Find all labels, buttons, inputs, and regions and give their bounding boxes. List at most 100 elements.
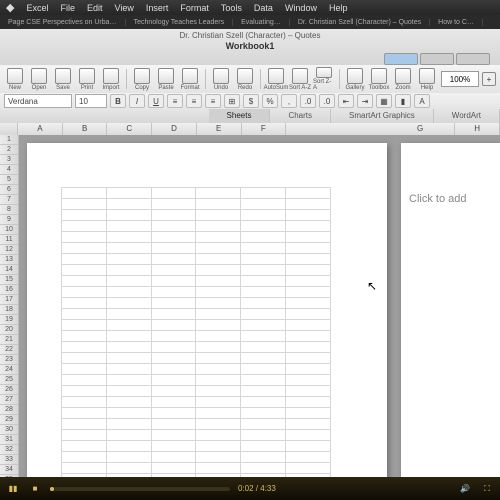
cell[interactable] xyxy=(241,430,286,441)
cell[interactable] xyxy=(151,298,196,309)
cell[interactable] xyxy=(106,463,151,474)
zoom-plus-icon[interactable]: + xyxy=(482,72,496,86)
cell[interactable] xyxy=(286,408,331,419)
tab-charts[interactable]: Charts xyxy=(270,109,331,123)
menu-tools[interactable]: Tools xyxy=(221,3,242,13)
cell[interactable] xyxy=(106,254,151,265)
col-header[interactable]: F xyxy=(242,123,287,135)
cell[interactable] xyxy=(106,287,151,298)
cell[interactable] xyxy=(196,353,241,364)
cell[interactable] xyxy=(106,309,151,320)
cell[interactable] xyxy=(241,408,286,419)
cell[interactable] xyxy=(241,232,286,243)
cell[interactable] xyxy=(62,419,107,430)
browser-tab[interactable]: Page CSE Perspectives on Urba… xyxy=(0,19,126,26)
cell[interactable] xyxy=(62,463,107,474)
cell[interactable] xyxy=(106,353,151,364)
cell[interactable] xyxy=(62,353,107,364)
menu-insert[interactable]: Insert xyxy=(146,3,169,13)
cell[interactable] xyxy=(62,441,107,452)
col-header[interactable]: H xyxy=(455,123,500,135)
play-button[interactable]: ▮▮ xyxy=(6,482,20,496)
cell[interactable] xyxy=(151,386,196,397)
cell[interactable] xyxy=(286,210,331,221)
cell[interactable] xyxy=(151,463,196,474)
cell[interactable] xyxy=(196,243,241,254)
browser-tab[interactable]: Technology Teaches Leaders xyxy=(126,19,234,26)
paste-button[interactable]: Paste xyxy=(155,67,177,91)
cell[interactable] xyxy=(62,221,107,232)
cell[interactable] xyxy=(241,265,286,276)
borders-button[interactable]: ▦ xyxy=(376,94,392,108)
cell[interactable] xyxy=(241,397,286,408)
row-header[interactable]: 7 xyxy=(0,195,18,205)
underline-button[interactable]: U xyxy=(148,94,164,108)
menu-format[interactable]: Format xyxy=(180,3,209,13)
cell[interactable] xyxy=(241,210,286,221)
cell[interactable] xyxy=(286,441,331,452)
select-all-corner[interactable] xyxy=(0,123,18,135)
cell[interactable] xyxy=(62,430,107,441)
cell[interactable] xyxy=(62,243,107,254)
cell[interactable] xyxy=(151,199,196,210)
cell[interactable] xyxy=(196,397,241,408)
browser-tab[interactable]: How to C… xyxy=(430,19,483,26)
cell[interactable] xyxy=(196,386,241,397)
currency-button[interactable]: $ xyxy=(243,94,259,108)
tab-wordart[interactable]: WordArt xyxy=(434,109,500,123)
align-right-icon[interactable]: ≡ xyxy=(205,94,221,108)
cell[interactable] xyxy=(62,331,107,342)
row-header[interactable]: 33 xyxy=(0,455,18,465)
cell[interactable] xyxy=(62,309,107,320)
cell[interactable] xyxy=(286,298,331,309)
cell[interactable] xyxy=(241,199,286,210)
cell[interactable] xyxy=(286,397,331,408)
col-header[interactable]: C xyxy=(107,123,152,135)
cell[interactable] xyxy=(151,210,196,221)
cell[interactable] xyxy=(62,397,107,408)
row-header[interactable]: 31 xyxy=(0,435,18,445)
menu-help[interactable]: Help xyxy=(329,3,348,13)
cell[interactable] xyxy=(151,188,196,199)
row-header[interactable]: 17 xyxy=(0,295,18,305)
row-header[interactable]: 32 xyxy=(0,445,18,455)
cell[interactable] xyxy=(151,331,196,342)
help-button[interactable]: Help xyxy=(416,67,438,91)
volume-icon[interactable]: 🔊 xyxy=(458,482,472,496)
cell[interactable] xyxy=(106,276,151,287)
autosum-button[interactable]: AutoSum xyxy=(265,67,287,91)
row-header[interactable]: 20 xyxy=(0,325,18,335)
cell[interactable] xyxy=(106,452,151,463)
cell[interactable] xyxy=(106,320,151,331)
cell[interactable] xyxy=(196,210,241,221)
cell[interactable] xyxy=(106,199,151,210)
row-header[interactable]: 16 xyxy=(0,285,18,295)
cell[interactable] xyxy=(286,452,331,463)
row-header[interactable]: 29 xyxy=(0,415,18,425)
cell[interactable] xyxy=(106,386,151,397)
cell[interactable] xyxy=(62,452,107,463)
cell[interactable] xyxy=(151,265,196,276)
apple-menu[interactable]: ◆ xyxy=(6,1,14,14)
cell[interactable] xyxy=(151,408,196,419)
row-header[interactable]: 13 xyxy=(0,255,18,265)
cell[interactable] xyxy=(196,364,241,375)
copy-button[interactable]: Copy xyxy=(131,67,153,91)
align-center-icon[interactable]: ≡ xyxy=(186,94,202,108)
row-header[interactable]: 11 xyxy=(0,235,18,245)
row-header[interactable]: 19 xyxy=(0,315,18,325)
gallery-button[interactable]: Gallery xyxy=(344,67,366,91)
view-tab[interactable] xyxy=(384,53,418,65)
cell[interactable] xyxy=(286,199,331,210)
cell[interactable] xyxy=(151,243,196,254)
cell[interactable] xyxy=(62,342,107,353)
cell[interactable] xyxy=(196,419,241,430)
cell[interactable] xyxy=(62,276,107,287)
cell[interactable] xyxy=(151,254,196,265)
cell[interactable] xyxy=(151,221,196,232)
font-color-button[interactable]: A xyxy=(414,94,430,108)
cell[interactable] xyxy=(286,254,331,265)
row-header[interactable]: 24 xyxy=(0,365,18,375)
col-header[interactable]: D xyxy=(152,123,197,135)
menu-file[interactable]: File xyxy=(60,3,75,13)
